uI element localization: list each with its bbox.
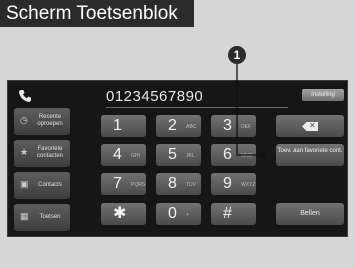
callout-leader-line [236, 64, 267, 159]
callout-badge: 1 [228, 46, 246, 64]
